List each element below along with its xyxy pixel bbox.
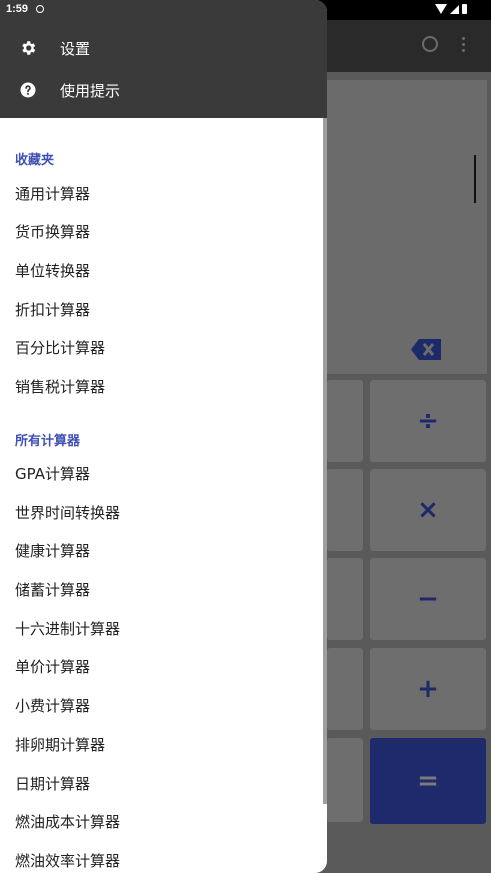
calculator-item[interactable]: 日期计算器 bbox=[0, 764, 325, 802]
favorite-item[interactable]: 通用计算器 bbox=[0, 174, 325, 212]
help-tips-label: 使用提示 bbox=[60, 81, 121, 100]
calculator-item[interactable]: 单价计算器 bbox=[0, 647, 325, 685]
key-partial-2[interactable] bbox=[327, 469, 363, 551]
calculator-item[interactable]: 小费计算器 bbox=[0, 686, 325, 724]
favorite-item[interactable]: 百分比计算器 bbox=[0, 328, 325, 366]
item-label: 货币换算器 bbox=[15, 222, 91, 241]
divide-key[interactable]: ÷ bbox=[370, 380, 486, 462]
favorite-item[interactable]: 货币换算器 bbox=[0, 212, 325, 250]
item-label: 百分比计算器 bbox=[15, 338, 106, 357]
calculator-item[interactable]: 排卵期计算器 bbox=[0, 725, 325, 763]
item-label: 健康计算器 bbox=[15, 541, 91, 560]
key-partial-5[interactable] bbox=[327, 738, 363, 822]
item-label: 十六进制计算器 bbox=[15, 619, 121, 638]
calculator-item[interactable]: 健康计算器 bbox=[0, 531, 325, 569]
calculator-item[interactable]: 燃油效率计算器 bbox=[0, 841, 325, 873]
favorite-item[interactable]: 销售税计算器 bbox=[0, 367, 325, 405]
drawer-scrollbar[interactable] bbox=[323, 118, 327, 804]
settings-item[interactable]: 设置 bbox=[0, 28, 327, 68]
item-label: 折扣计算器 bbox=[15, 300, 91, 319]
item-label: 小费计算器 bbox=[15, 696, 91, 715]
item-label: 燃油效率计算器 bbox=[15, 851, 121, 870]
item-label: 单价计算器 bbox=[15, 657, 91, 676]
item-label: 销售税计算器 bbox=[15, 377, 106, 396]
display-card[interactable] bbox=[327, 80, 487, 374]
equals-key[interactable]: = bbox=[370, 738, 486, 824]
calculator-item[interactable]: GPA计算器 bbox=[0, 454, 325, 492]
status-icons bbox=[435, 4, 467, 14]
multiply-key[interactable]: × bbox=[370, 469, 486, 551]
signal-icon bbox=[450, 4, 459, 14]
drawer-status-bar: 1:59 bbox=[0, 0, 327, 20]
battery-icon bbox=[462, 4, 467, 14]
key-partial-3[interactable] bbox=[327, 558, 363, 640]
key-partial-1[interactable] bbox=[327, 380, 363, 462]
history-icon[interactable] bbox=[422, 36, 438, 52]
item-label: 燃油成本计算器 bbox=[15, 812, 121, 831]
more-options-icon[interactable] bbox=[462, 37, 466, 53]
calculator-item[interactable]: 储蓄计算器 bbox=[0, 570, 325, 608]
minus-key[interactable]: − bbox=[370, 558, 486, 640]
gear-icon bbox=[22, 41, 36, 55]
item-label: 排卵期计算器 bbox=[15, 735, 106, 754]
key-partial-4[interactable] bbox=[327, 648, 363, 730]
item-label: 世界时间转换器 bbox=[15, 503, 121, 522]
item-label: 单位转换器 bbox=[15, 261, 91, 280]
calculator-item[interactable]: 十六进制计算器 bbox=[0, 609, 325, 647]
calculator-item[interactable]: 燃油成本计算器 bbox=[0, 802, 325, 840]
vpn-icon bbox=[36, 5, 44, 13]
settings-label: 设置 bbox=[60, 39, 91, 58]
favorite-item[interactable]: 折扣计算器 bbox=[0, 290, 325, 328]
all-calculators-section-title: 所有计算器 bbox=[15, 434, 81, 449]
favorite-item[interactable]: 单位转换器 bbox=[0, 251, 325, 289]
calculator-item[interactable]: 世界时间转换器 bbox=[0, 493, 325, 531]
backspace-icon[interactable] bbox=[411, 339, 441, 360]
wifi-icon bbox=[435, 4, 447, 14]
item-label: 通用计算器 bbox=[15, 184, 91, 203]
text-cursor bbox=[474, 155, 476, 203]
favorites-section-title: 收藏夹 bbox=[15, 153, 55, 168]
navigation-drawer: 1:59 设置 使用提示 收藏夹 通用计算器 货币换算器 单位转换器 折扣计算器… bbox=[0, 0, 327, 873]
item-label: 日期计算器 bbox=[15, 774, 91, 793]
item-label: 储蓄计算器 bbox=[15, 580, 91, 599]
help-tips-item[interactable]: 使用提示 bbox=[0, 70, 327, 110]
help-icon bbox=[20, 82, 36, 98]
item-label: GPA计算器 bbox=[15, 464, 90, 483]
drawer-status-time: 1:59 bbox=[6, 3, 29, 15]
plus-key[interactable]: + bbox=[370, 648, 486, 730]
